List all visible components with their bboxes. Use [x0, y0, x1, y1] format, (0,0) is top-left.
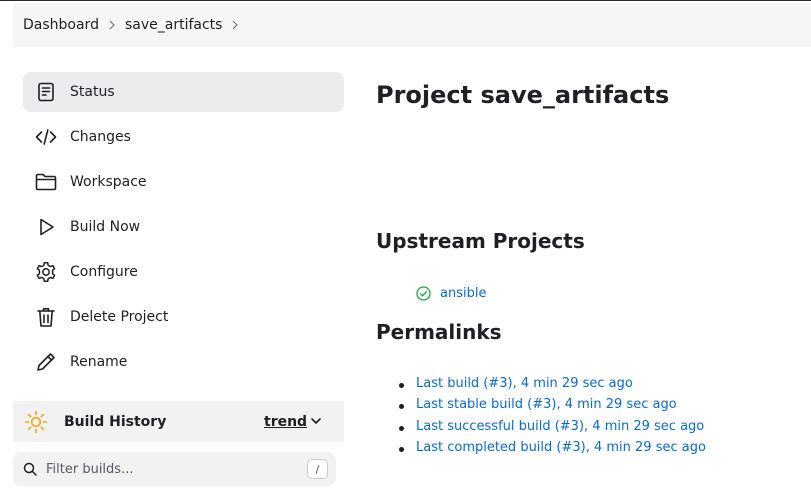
success-check-icon: [416, 286, 431, 301]
breadcrumb-dashboard[interactable]: Dashboard: [23, 17, 99, 33]
permalink-item: Last completed build (#3), 4 min 29 sec …: [398, 440, 706, 461]
sidebar-item-status[interactable]: Status: [23, 72, 344, 112]
trash-icon: [35, 306, 57, 328]
page-title: Project save_artifacts: [376, 81, 670, 109]
permalink-last-stable-build[interactable]: Last stable build (#3), 4 min 29 sec ago: [416, 397, 677, 412]
upstream-project-item: ansible: [416, 286, 486, 301]
chevron-down-icon[interactable]: [310, 415, 322, 427]
breadcrumb: Dashboard save_artifacts: [13, 3, 811, 47]
upstream-projects-heading: Upstream Projects: [376, 229, 585, 253]
sidebar-item-rename[interactable]: Rename: [23, 342, 344, 382]
permalinks-heading: Permalinks: [376, 320, 502, 344]
permalink-item: Last successful build (#3), 4 min 29 sec…: [398, 419, 706, 440]
sidebar-item-label: Changes: [70, 129, 131, 145]
chevron-right-icon[interactable]: [222, 20, 248, 30]
permalinks-list: Last build (#3), 4 min 29 sec ago Last s…: [398, 376, 706, 461]
filter-builds: /: [13, 452, 336, 486]
sidebar-item-label: Status: [70, 84, 115, 100]
build-history-title: Build History: [64, 413, 167, 430]
pencil-icon: [35, 351, 57, 373]
sidebar-item-configure[interactable]: Configure: [23, 252, 344, 292]
sidebar: Status Changes Workspace Build Now Confi…: [23, 72, 344, 387]
filter-builds-input[interactable]: [46, 458, 286, 480]
trend-link[interactable]: trend: [264, 414, 307, 430]
folder-icon: [35, 171, 57, 193]
chevron-right-icon: [99, 20, 125, 30]
upstream-project-link[interactable]: ansible: [440, 286, 486, 301]
sidebar-item-label: Workspace: [70, 174, 147, 190]
sidebar-item-label: Delete Project: [70, 309, 169, 325]
sidebar-item-workspace[interactable]: Workspace: [23, 162, 344, 202]
sidebar-item-label: Build Now: [70, 219, 141, 235]
sidebar-item-label: Rename: [70, 354, 128, 370]
permalink-item: Last stable build (#3), 4 min 29 sec ago: [398, 397, 706, 418]
permalink-item: Last build (#3), 4 min 29 sec ago: [398, 376, 706, 397]
code-icon: [35, 126, 57, 148]
gear-icon: [35, 261, 57, 283]
sun-icon: [24, 410, 48, 434]
permalink-last-successful-build[interactable]: Last successful build (#3), 4 min 29 sec…: [416, 419, 704, 434]
sidebar-item-build-now[interactable]: Build Now: [23, 207, 344, 247]
top-border: [0, 0, 811, 1]
document-icon: [35, 81, 57, 103]
sidebar-item-delete-project[interactable]: Delete Project: [23, 297, 344, 337]
keyboard-shortcut-badge: /: [307, 459, 328, 479]
build-history-header: Build History trend: [13, 401, 344, 442]
sidebar-item-label: Configure: [70, 264, 138, 280]
permalink-last-completed-build[interactable]: Last completed build (#3), 4 min 29 sec …: [416, 440, 706, 455]
permalink-last-build[interactable]: Last build (#3), 4 min 29 sec ago: [416, 376, 633, 391]
breadcrumb-project[interactable]: save_artifacts: [125, 17, 222, 33]
play-icon: [35, 216, 57, 238]
search-icon: [23, 462, 37, 476]
sidebar-item-changes[interactable]: Changes: [23, 117, 344, 157]
